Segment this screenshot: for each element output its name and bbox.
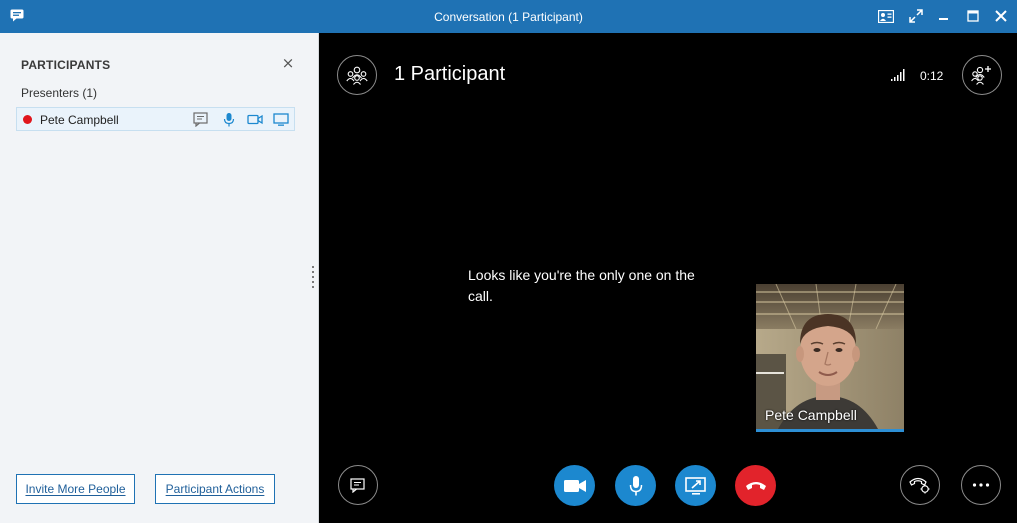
participant-name: Pete Campbell [40, 113, 119, 127]
participants-toggle-button[interactable] [337, 55, 377, 95]
call-timer: 0:12 [920, 69, 944, 83]
presenters-group-label: Presenters (1) [21, 86, 98, 100]
hang-up-button[interactable] [735, 465, 776, 506]
contact-card-icon [878, 9, 894, 23]
present-button[interactable] [675, 465, 716, 506]
im-button[interactable] [338, 465, 378, 505]
im-icon [350, 477, 365, 493]
participant-actions-button[interactable]: Participant Actions [155, 474, 275, 504]
video-icon [563, 479, 586, 492]
im-icon[interactable] [193, 112, 209, 127]
video-button[interactable] [554, 465, 595, 506]
participant-count-title: 1 Participant [394, 63, 506, 85]
minimize-icon [939, 18, 948, 20]
close-icon [995, 10, 1007, 22]
more-options-icon [972, 483, 990, 487]
self-view-name: Pete Campbell [765, 407, 857, 423]
participants-heading: PARTICIPANTS [21, 58, 111, 72]
conversation-stage: 1 Participant 0:12 Looks like you're the… [320, 33, 1017, 523]
present-screen-icon[interactable] [273, 112, 289, 127]
fullscreen-button[interactable] [903, 5, 929, 27]
add-participant-icon [971, 66, 991, 85]
pane-splitter-handle[interactable] [312, 266, 315, 290]
microphone-icon [629, 475, 642, 495]
participants-icon [346, 66, 368, 85]
video-icon[interactable] [247, 112, 263, 127]
maximize-button[interactable] [960, 5, 986, 27]
maximize-icon [967, 10, 979, 22]
window-title: Conversation (1 Participant) [434, 10, 583, 24]
microphone-icon[interactable] [221, 112, 237, 127]
self-video-preview: Pete Campbell [756, 284, 904, 432]
empty-call-message: Looks like you're the only one on the ca… [468, 267, 695, 304]
present-icon [684, 476, 706, 495]
more-options-button[interactable] [961, 465, 1001, 505]
close-window-button[interactable] [988, 5, 1014, 27]
minimize-button[interactable] [931, 5, 957, 27]
participants-pane: PARTICIPANTS × Presenters (1) Pete Campb… [0, 33, 319, 523]
close-pane-button[interactable]: × [280, 55, 296, 71]
participant-row[interactable]: Pete Campbell [16, 107, 295, 131]
mute-button[interactable] [615, 465, 656, 506]
fullscreen-icon [909, 9, 923, 23]
invite-more-people-button[interactable]: Invite More People [16, 474, 135, 504]
call-controls-icon [909, 477, 930, 494]
title-bar: Conversation (1 Participant) [0, 0, 1017, 33]
hang-up-icon [745, 481, 766, 490]
presence-status-icon [23, 115, 32, 124]
call-controls-button[interactable] [900, 465, 940, 505]
signal-icon [891, 69, 905, 81]
contact-card-button[interactable] [873, 5, 899, 27]
add-participant-button[interactable] [962, 55, 1002, 95]
